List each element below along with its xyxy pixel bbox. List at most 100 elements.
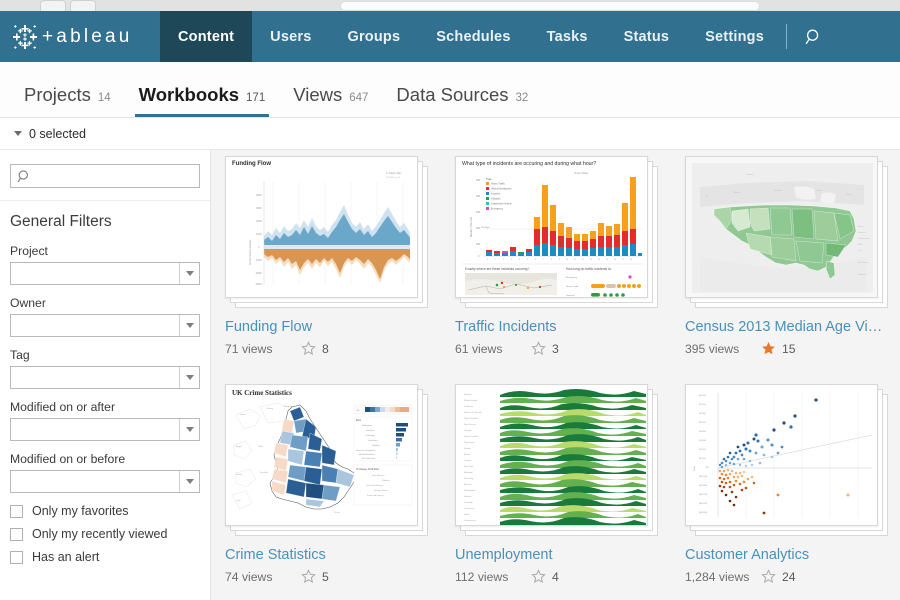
chevron-down-icon[interactable]	[179, 419, 199, 440]
change-panel: % Change, 2010-2011 Drug offences Robbery…	[353, 464, 413, 506]
thumbnail-sheet-front: Nevada Rhode Island California District of…	[455, 384, 648, 526]
filter-select-owner[interactable]	[10, 314, 200, 337]
workbook-title[interactable]: Traffic Incidents	[455, 319, 658, 335]
workbook-thumbnail[interactable]: Nevada Rhode Island California District of…	[455, 384, 658, 536]
search-icon	[805, 29, 819, 44]
workbook-title[interactable]: Customer Analytics	[685, 547, 888, 563]
svg-text:Alberta: Alberta	[734, 191, 741, 194]
workbook-title[interactable]: Unemployment	[455, 547, 658, 563]
filter-select-tag[interactable]	[10, 366, 200, 389]
checkbox-label-only-my-recently-viewed: Only my recently viewed	[32, 527, 168, 541]
svg-text:-3000: -3000	[255, 282, 262, 286]
workbook-title[interactable]: Census 2013 Median Age Views	[685, 319, 888, 335]
svg-text:Vehicle Breakdown: Vehicle Breakdown	[491, 188, 512, 191]
svg-text:Perth: Perth	[258, 445, 264, 448]
checkbox-row-has-an-alert[interactable]: Has an alert	[10, 550, 200, 564]
workbook-card[interactable]: What type of incidents are occuring and …	[455, 156, 658, 356]
filter-select-modified-after[interactable]	[10, 418, 200, 441]
tableau-logo[interactable]: +ableau	[0, 11, 160, 62]
svg-text:Other theft offences: Other theft offences	[366, 484, 384, 487]
view-count: 1,284 views	[685, 569, 750, 584]
checkbox-only-my-recently-viewed[interactable]	[10, 527, 23, 541]
nav-item-users[interactable]: Users	[252, 11, 329, 62]
workbook-thumbnail[interactable]: $8,000 $7,000 $6,000 $5,000 $4,000 $3,000 $2…	[685, 384, 888, 536]
workbook-meta: 71 views 8	[225, 341, 428, 356]
svg-text:Colorado: Colorado	[464, 501, 474, 504]
tab-data-sources[interactable]: Data Sources 32	[382, 84, 542, 117]
checkbox-row-only-my-recently-viewed[interactable]: Only my recently viewed	[10, 527, 200, 541]
svg-text:New Jersey: New Jersey	[858, 262, 868, 264]
filter-label-owner: Owner	[10, 296, 46, 310]
favorite-count: 24	[782, 569, 796, 584]
svg-text:How long do traffic incidents: How long do traffic incidents la	[566, 267, 611, 271]
svg-text:4: 4	[519, 259, 520, 261]
nav-divider	[785, 24, 787, 49]
workbook-thumbnail[interactable]: What type of incidents are occuring and …	[455, 156, 658, 308]
tab-workbooks[interactable]: Workbooks 171	[125, 84, 280, 117]
favorite-toggle[interactable]: 3	[531, 341, 559, 356]
tab-views[interactable]: Views 647	[279, 84, 382, 117]
chevron-down-icon[interactable]	[179, 263, 199, 284]
workbook-card[interactable]: Nevada Rhode Island California District of…	[455, 384, 658, 584]
svg-text:$7,000: $7,000	[699, 404, 706, 406]
favorite-count: 15	[782, 341, 796, 356]
chevron-down-icon[interactable]	[179, 367, 199, 388]
nav-item-settings[interactable]: Settings	[687, 11, 782, 62]
svg-text:($1,000): ($1,000)	[699, 476, 707, 478]
nav-search-button[interactable]	[791, 11, 837, 62]
svg-text:17: 17	[622, 259, 624, 261]
selection-bar[interactable]: 0 selected	[0, 118, 900, 150]
svg-text:Sexual offences: Sexual offences	[374, 490, 388, 492]
bar-panel: Boro Nottingham Stockport Cambridge Southw…	[353, 416, 413, 462]
checkbox-row-only-my-favorites[interactable]: Only my favorites	[10, 504, 200, 518]
svg-text:Florida: Florida	[464, 447, 471, 450]
browser-address-bar[interactable]	[340, 1, 760, 11]
nav-item-status[interactable]: Status	[606, 11, 688, 62]
svg-text:11: 11	[574, 259, 576, 261]
svg-text:Emergency: Emergency	[566, 276, 578, 279]
workbook-title[interactable]: Funding Flow	[225, 319, 428, 335]
workbook-thumbnail[interactable]: Funding Flow 4000 3000 2000 1000 0 -1000 -20…	[225, 156, 428, 308]
browser-tab[interactable]	[70, 0, 96, 11]
sidebar-search-box[interactable]	[10, 164, 200, 189]
svg-text:Accident: Accident	[491, 193, 501, 196]
favorite-toggle[interactable]: 4	[531, 569, 559, 584]
workbook-card[interactable]: Canada BC Alberta Manitoba Ontario Quebec Ma…	[685, 156, 888, 356]
nav-item-content[interactable]: Content	[160, 11, 253, 62]
svg-text:18: 18	[630, 259, 632, 261]
chevron-down-icon[interactable]	[179, 471, 199, 492]
browser-tab[interactable]	[40, 0, 66, 11]
filter-select-modified-before[interactable]	[10, 470, 200, 493]
svg-text:Type: Type	[486, 177, 492, 181]
svg-text:3000: 3000	[256, 206, 262, 210]
svg-text:Arizona: Arizona	[464, 483, 472, 486]
favorite-toggle[interactable]: 8	[301, 341, 329, 356]
svg-text:Illinois: Illinois	[464, 454, 471, 456]
favorite-toggle[interactable]: 5	[301, 569, 329, 584]
horizon-chart: Nevada Rhode Island California District of…	[456, 385, 647, 525]
nav-item-schedules[interactable]: Schedules	[418, 11, 528, 62]
nav-item-groups[interactable]: Groups	[329, 11, 418, 62]
workbook-thumbnail[interactable]: UK Crime Statistics Lewis Orkney Shetland	[225, 384, 428, 536]
svg-text:30 Day Moving Average: 30 Day Moving Average	[249, 239, 252, 265]
thumbnail-sheet-front: UK Crime Statistics Lewis Orkney Shetland	[225, 384, 418, 526]
checkbox-only-my-favorites[interactable]	[10, 504, 23, 518]
workbook-card[interactable]: UK Crime Statistics Lewis Orkney Shetland	[225, 384, 428, 584]
chevron-down-icon[interactable]	[179, 315, 199, 336]
search-input[interactable]	[35, 165, 189, 189]
nav-item-tasks[interactable]: Tasks	[529, 11, 606, 62]
stacked-bar-dashboard: Time of Day 600 500 400 300 200 0 Number of …	[462, 171, 643, 297]
filter-select-project[interactable]	[10, 262, 200, 285]
workbook-card[interactable]: $8,000 $7,000 $6,000 $5,000 $4,000 $3,000 $2…	[685, 384, 888, 584]
tab-projects[interactable]: Projects 14	[10, 84, 125, 117]
favorite-toggle[interactable]: 15	[761, 341, 796, 356]
workbook-card[interactable]: Funding Flow 4000 3000 2000 1000 0 -1000 -20…	[225, 156, 428, 356]
svg-text:Washington: Washington	[464, 489, 476, 492]
favorite-toggle[interactable]: 24	[761, 569, 796, 584]
workbook-meta: 61 views 3	[455, 341, 658, 356]
svg-text:Dover: Dover	[334, 511, 340, 514]
checkbox-has-an-alert[interactable]	[10, 550, 23, 564]
svg-text:Quebec: Quebec	[846, 194, 853, 196]
workbook-title[interactable]: Crime Statistics	[225, 547, 428, 563]
workbook-thumbnail[interactable]: Canada BC Alberta Manitoba Ontario Quebec Ma…	[685, 156, 888, 308]
